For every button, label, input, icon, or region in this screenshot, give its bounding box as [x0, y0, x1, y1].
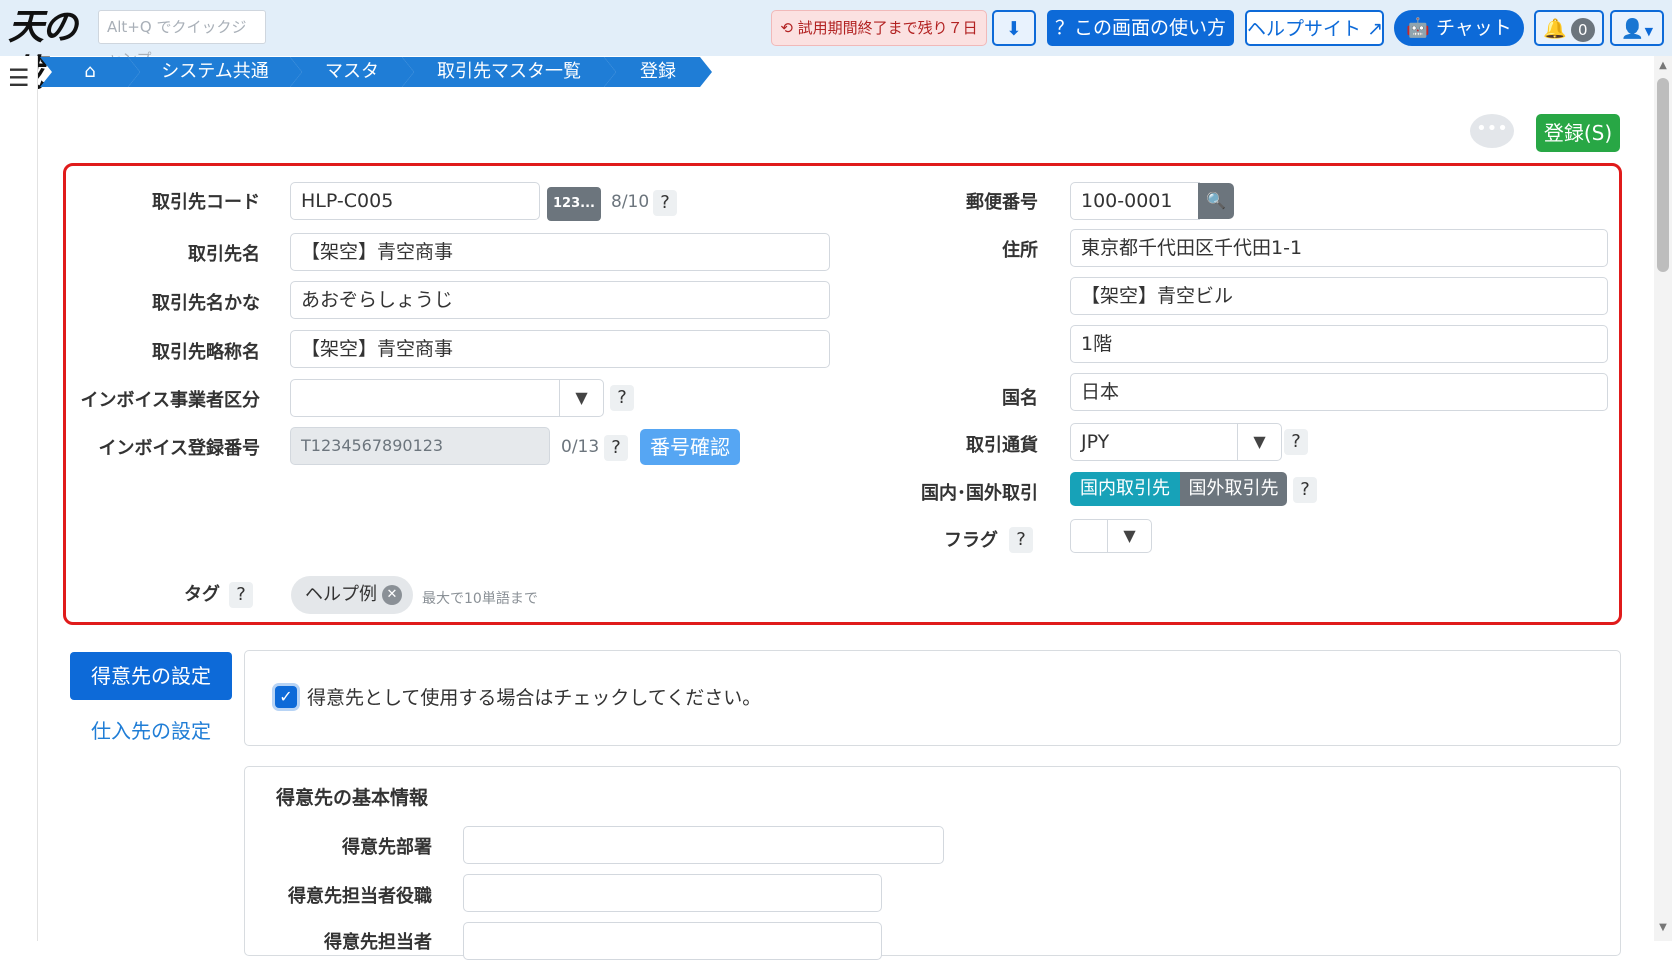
position-label: 得意先担当者役職 [288, 886, 432, 907]
invoice-no-input[interactable]: T1234567890123 [290, 427, 550, 465]
country-input[interactable]: 日本 [1070, 373, 1608, 411]
code-input[interactable]: HLP-C005 [290, 182, 540, 220]
breadcrumb: ⌂ システム共通 マスタ 取引先マスタ一覧 登録 [40, 57, 740, 87]
tag-help-icon[interactable]: ? [229, 582, 253, 608]
app-logo[interactable]: 天の蔵 [8, 4, 92, 94]
currency-select[interactable]: JPY ▼ [1070, 423, 1282, 461]
tab-customer-settings[interactable]: 得意先の設定 [70, 652, 232, 700]
breadcrumb-item-register: 登録 [604, 57, 712, 87]
scrollbar-thumb[interactable] [1657, 78, 1669, 272]
code-sequence-button[interactable]: 123... [547, 187, 601, 221]
comment-icon[interactable]: ••• [1470, 114, 1514, 148]
code-label: 取引先コード [152, 192, 260, 213]
helpsite-label: ヘルプサイト [1247, 18, 1362, 40]
warning-icon: ⟲ [780, 19, 793, 37]
position-input[interactable] [463, 874, 882, 912]
breadcrumb-item-system[interactable]: システム共通 [128, 57, 302, 87]
chevron-down-icon: ▼ [1107, 520, 1151, 552]
howto-button[interactable]: ？この画面の使い方 [1047, 10, 1234, 46]
breadcrumb-home[interactable]: ⌂ [40, 57, 140, 87]
domestic-help-icon[interactable]: ? [1293, 477, 1317, 503]
tag-chip-label: ヘルプ例 [305, 584, 377, 605]
tag-label: タグ [184, 584, 220, 605]
address-line2-input[interactable]: 【架空】青空ビル [1070, 277, 1608, 315]
invoice-type-select[interactable]: ▼ [290, 379, 604, 417]
flag-help-icon[interactable]: ? [1009, 527, 1033, 553]
chat-button[interactable]: 🤖 チャット [1394, 10, 1524, 46]
address-label: 住所 [1002, 240, 1038, 261]
scroll-up-icon[interactable]: ▲ [1656, 60, 1670, 72]
invoice-no-char-count: 0/13 [561, 437, 600, 457]
notification-button[interactable]: 🔔 0 [1534, 10, 1604, 46]
name-input[interactable]: 【架空】青空商事 [290, 233, 830, 271]
zip-input[interactable]: 100-0001 [1070, 182, 1200, 220]
kana-input[interactable]: あおぞらしょうじ [290, 281, 830, 319]
trial-status-button[interactable]: ⟲ 試用期間終了まで残り７日 [771, 10, 987, 46]
address-line1-input[interactable]: 東京都千代田区千代田1-1 [1070, 229, 1608, 267]
currency-help-icon[interactable]: ? [1284, 429, 1308, 455]
download-icon: ⬇ [1006, 18, 1022, 40]
scroll-down-icon[interactable]: ▼ [1656, 922, 1670, 934]
invoice-type-help-icon[interactable]: ? [610, 385, 634, 411]
tab-supplier-settings[interactable]: 仕入先の設定 [70, 713, 232, 749]
domestic-label: 国内･国外取引 [921, 483, 1038, 504]
external-link-icon: ↗ [1367, 18, 1383, 40]
invoice-no-help-icon[interactable]: ? [604, 435, 628, 461]
domestic-option-button[interactable]: 国内取引先 [1070, 472, 1180, 506]
robot-icon: 🤖 [1406, 17, 1430, 39]
short-name-label: 取引先略称名 [152, 342, 260, 363]
flag-label: フラグ [944, 530, 998, 551]
home-icon: ⌂ [84, 61, 96, 82]
chevron-down-icon: ▼ [559, 380, 603, 416]
invoice-no-label: インボイス登録番号 [98, 438, 260, 459]
address-line3-input[interactable]: 1階 [1070, 325, 1608, 363]
download-button[interactable]: ⬇ [992, 10, 1036, 46]
register-button[interactable]: 登録(S) [1536, 114, 1620, 152]
department-label: 得意先部署 [342, 837, 432, 858]
kana-label: 取引先名かな [152, 293, 260, 314]
code-help-icon[interactable]: ? [653, 190, 677, 216]
zip-search-button[interactable]: 🔍 [1198, 183, 1234, 219]
currency-value: JPY [1081, 431, 1110, 453]
notification-count: 0 [1570, 17, 1595, 42]
breadcrumb-item-master[interactable]: マスタ [290, 57, 414, 87]
helpsite-button[interactable]: ヘルプサイト ↗ [1245, 10, 1384, 46]
user-icon: 👤 [1620, 18, 1645, 40]
person-label: 得意先担当者 [324, 932, 432, 953]
chevron-down-icon: ▼ [1644, 25, 1654, 38]
left-sidebar [0, 56, 38, 941]
name-label: 取引先名 [188, 244, 260, 265]
use-as-customer-label: 得意先として使用する場合はチェックしてください。 [307, 687, 762, 709]
use-as-customer-checkbox[interactable]: ✓ [275, 686, 297, 708]
quick-jump-input[interactable]: Alt+Q でクイックジャンプ [98, 10, 266, 68]
bell-icon: 🔔 [1543, 18, 1567, 40]
invoice-type-label: インボイス事業者区分 [80, 390, 260, 411]
customer-basic-info-title: 得意先の基本情報 [276, 787, 429, 809]
person-input[interactable] [463, 922, 882, 960]
foreign-option-button[interactable]: 国外取引先 [1180, 472, 1287, 506]
chat-label: チャット [1435, 17, 1512, 39]
user-menu-button[interactable]: 👤▼ [1610, 10, 1664, 46]
department-input[interactable] [463, 826, 944, 864]
trial-status-text: 試用期間終了まで残り７日 [797, 19, 978, 37]
close-icon[interactable]: ✕ [382, 585, 402, 605]
search-icon: 🔍 [1206, 191, 1226, 210]
short-name-input[interactable]: 【架空】青空商事 [290, 330, 830, 368]
breadcrumb-item-partner-list[interactable]: 取引先マスタ一覧 [402, 57, 616, 87]
tag-hint: 最大で10単語まで [422, 591, 538, 607]
currency-label: 取引通貨 [966, 435, 1038, 456]
zip-label: 郵便番号 [966, 192, 1038, 213]
hamburger-menu-icon[interactable]: ☰ [8, 66, 30, 90]
invoice-verify-button[interactable]: 番号確認 [640, 429, 740, 465]
flag-select[interactable]: ▼ [1070, 519, 1152, 553]
code-char-count: 8/10 [611, 192, 650, 212]
chevron-down-icon: ▼ [1237, 424, 1281, 460]
country-label: 国名 [1002, 388, 1038, 409]
